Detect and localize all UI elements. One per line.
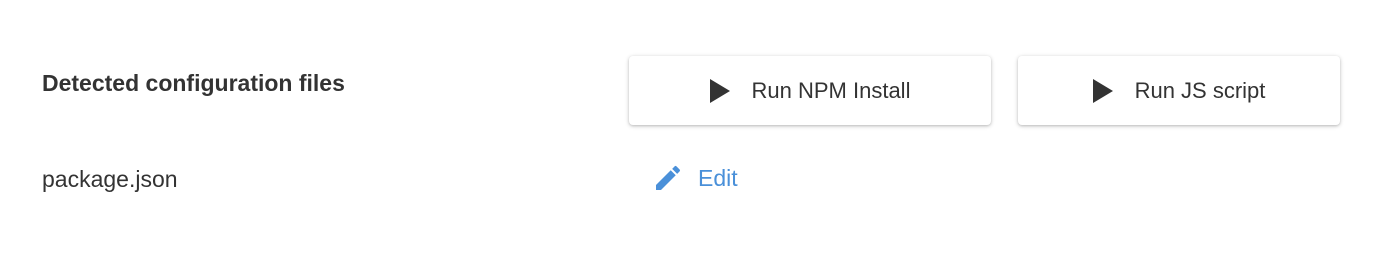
- edit-label: Edit: [698, 164, 738, 191]
- file-name: package.json: [42, 166, 178, 192]
- edit-link[interactable]: Edit: [652, 162, 738, 194]
- run-npm-install-label: Run NPM Install: [751, 77, 911, 103]
- pencil-icon: [652, 162, 684, 194]
- play-icon: [709, 78, 730, 103]
- play-icon: [1092, 78, 1113, 103]
- run-js-script-label: Run JS script: [1134, 77, 1266, 103]
- section-title: Detected configuration files: [42, 70, 345, 96]
- run-js-script-button[interactable]: Run JS script: [1018, 56, 1340, 125]
- run-npm-install-button[interactable]: Run NPM Install: [629, 56, 991, 125]
